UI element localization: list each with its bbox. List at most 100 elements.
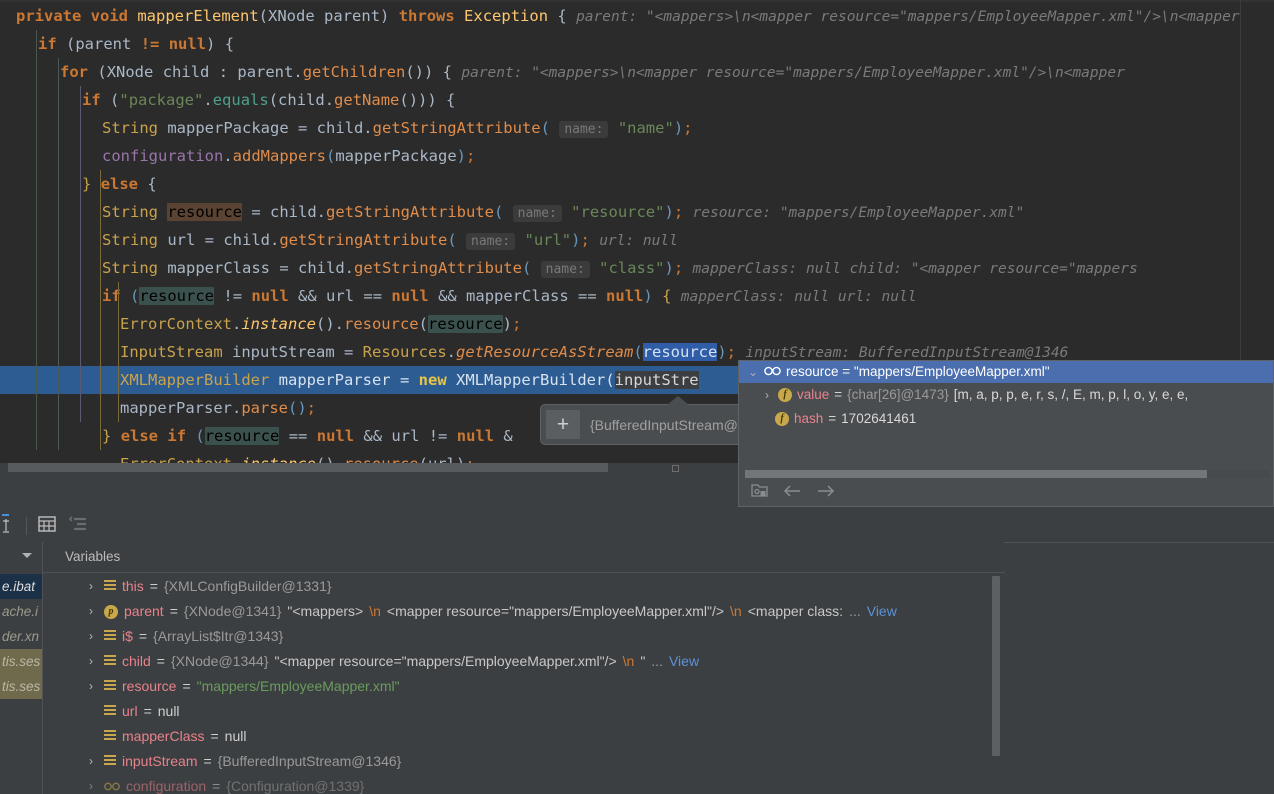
chevron-down-icon[interactable] [20,547,34,565]
variable-name: resource [122,678,177,694]
table-row[interactable]: › p parent = {XNode@1341} "<mappers> \n <m… [78,599,1005,624]
escape-sequence: \n [369,603,381,619]
variable-name: i$ [122,628,133,644]
chevron-down-icon[interactable]: ⌄ [747,361,759,383]
table-row[interactable]: › child = {XNode@1344} "<mapper resource… [78,649,1005,674]
popup-field-row[interactable]: f hash = 1702641461 [739,407,1273,431]
variable-value-part: "<mapper resource="mappers/EmployeeMappe… [274,653,617,669]
toolbar-divider [26,517,27,535]
popup-toolbar[interactable] [739,478,1274,506]
forward-arrow-icon[interactable] [816,484,836,501]
code-line[interactable]: private void mapperElement(XNode parent)… [0,2,1274,30]
variable-name: url [122,703,138,719]
variable-value: null [157,703,180,719]
table-view-icon[interactable] [37,514,57,539]
popup-field-row[interactable]: › f value = {char[26]@1473} [m, a, p, p,… [739,383,1273,407]
field-icon [104,730,116,743]
inline-tip-arrow [667,396,689,405]
code-line[interactable]: if (parent != null) { [0,30,1274,58]
text-cursor-icon[interactable] [0,513,16,540]
chevron-right-icon[interactable]: › [84,624,98,649]
debugger-toolbar[interactable] [0,510,1274,542]
variable-name: mapperClass [122,728,205,744]
table-row[interactable]: › url = null [78,699,1005,724]
view-link[interactable]: View [867,599,897,624]
variable-type: {Configuration@1339} [226,778,365,794]
code-line[interactable]: configuration.addMappers(mapperPackage); [0,142,1274,170]
code-line[interactable]: ErrorContext.instance().resource(resourc… [0,310,1274,338]
table-row[interactable]: › inputStream = {BufferedInputStream@134… [78,749,1005,774]
parameter-icon: p [104,604,118,619]
popup-root-row[interactable]: ⌄ resource = "mappers/EmployeeMapper.xml… [739,361,1273,383]
code-line[interactable]: String mapperClass = child.getStringAttr… [0,254,1274,282]
variable-name: configuration [126,778,207,794]
equals-sign: = [834,387,843,402]
inlay-hint: inputStream: BufferedInputStream@1346 [745,345,1069,361]
field-icon [104,655,116,668]
equals-sign: = [182,678,191,694]
chevron-right-icon[interactable]: › [761,383,773,407]
variables-tree[interactable]: › this = {XMLConfigBuilder@1331} › p par… [78,574,1005,794]
code-line[interactable]: String mapperPackage = child.getStringAt… [0,114,1274,142]
table-row[interactable]: › configuration = {Configuration@1339} [78,774,1005,794]
debugger-value-popup[interactable]: ⌄ resource = "mappers/EmployeeMapper.xml… [738,360,1274,507]
jump-to-source-icon[interactable] [751,482,768,502]
editor-code-marker [672,465,679,472]
code-line[interactable]: String url = child.getStringAttribute( n… [0,226,1274,254]
inline-tip-text: {BufferedInputStream@ [590,416,738,433]
code-line[interactable]: String resource = child.getStringAttribu… [0,198,1274,226]
code-line[interactable]: for (XNode child : parent.getChildren())… [0,58,1274,86]
variable-type: {BufferedInputStream@1346} [217,753,402,769]
ellipsis: ... [849,603,861,619]
frame-item[interactable]: tis.ses [0,674,42,699]
table-row[interactable]: › this = {XMLConfigBuilder@1331} [78,574,1005,599]
popup-horizontal-scrollbar[interactable] [745,470,1269,478]
frames-panel[interactable]: e.ibat ache.i der.xn tis.ses tis.ses [0,542,42,794]
equals-sign: = [143,703,152,719]
inlay-hint: mapperClass: null url: null [680,289,917,305]
variables-vertical-scrollbar[interactable] [992,576,1000,792]
code-line[interactable]: } else { [0,170,1274,198]
variables-tab-label[interactable]: Variables [43,542,1004,572]
back-arrow-icon[interactable] [782,484,802,501]
variables-panel[interactable]: Variables › this = {XMLConfigBuilder@133… [42,542,1005,794]
frame-item[interactable]: e.ibat [0,574,42,599]
code-line[interactable]: if (resource != null && url == null && m… [0,282,1274,310]
chevron-right-icon[interactable]: › [84,774,98,794]
frame-item[interactable]: ache.i [0,599,42,624]
variable-name: parent [124,603,164,619]
frame-item[interactable]: tis.ses [0,649,42,674]
table-row[interactable]: › mapperClass = null [78,724,1005,749]
editor-scroll-thumb[interactable] [8,463,608,472]
table-row[interactable]: › resource = "mappers/EmployeeMapper.xml… [78,674,1005,699]
field-name: hash [794,411,824,426]
debug-tool-window[interactable]: e.ibat ache.i der.xn tis.ses tis.ses + − [0,478,1274,794]
variable-value: null [224,728,247,744]
view-link[interactable]: View [669,649,699,674]
field-icon [104,680,116,693]
field-icon [104,630,116,643]
equals-sign: = [156,653,165,669]
chevron-right-icon[interactable]: › [84,649,98,674]
sort-icon[interactable] [68,515,89,537]
expand-value-button[interactable]: + [546,410,580,439]
code-line[interactable]: if ("package".equals(child.getName())) { [0,86,1274,114]
inlay-hint: url: null [599,233,678,249]
variables-header-divider [43,572,1005,573]
equals-sign: = [203,753,212,769]
chevron-right-icon[interactable]: › [84,599,98,624]
inlay-hint: resource: "mappers/EmployeeMapper.xml" [692,205,1025,221]
variables-scroll-thumb[interactable] [992,576,1000,756]
field-icon [104,580,116,593]
chevron-right-icon[interactable]: › [84,574,98,599]
variable-value-part: <mapper class: [747,603,844,619]
popup-scroll-thumb[interactable] [745,470,1207,478]
popup-root-label: resource = "mappers/EmployeeMapper.xml" [786,364,1050,379]
frame-item[interactable]: der.xn [0,624,42,649]
frames-list[interactable]: e.ibat ache.i der.xn tis.ses tis.ses [0,574,42,699]
table-row[interactable]: › i$ = {ArrayList$Itr@1343} [78,624,1005,649]
thread-selector-combo[interactable] [0,542,42,570]
field-icon: f [775,412,789,426]
chevron-right-icon[interactable]: › [84,674,98,699]
chevron-right-icon[interactable]: › [84,749,98,774]
